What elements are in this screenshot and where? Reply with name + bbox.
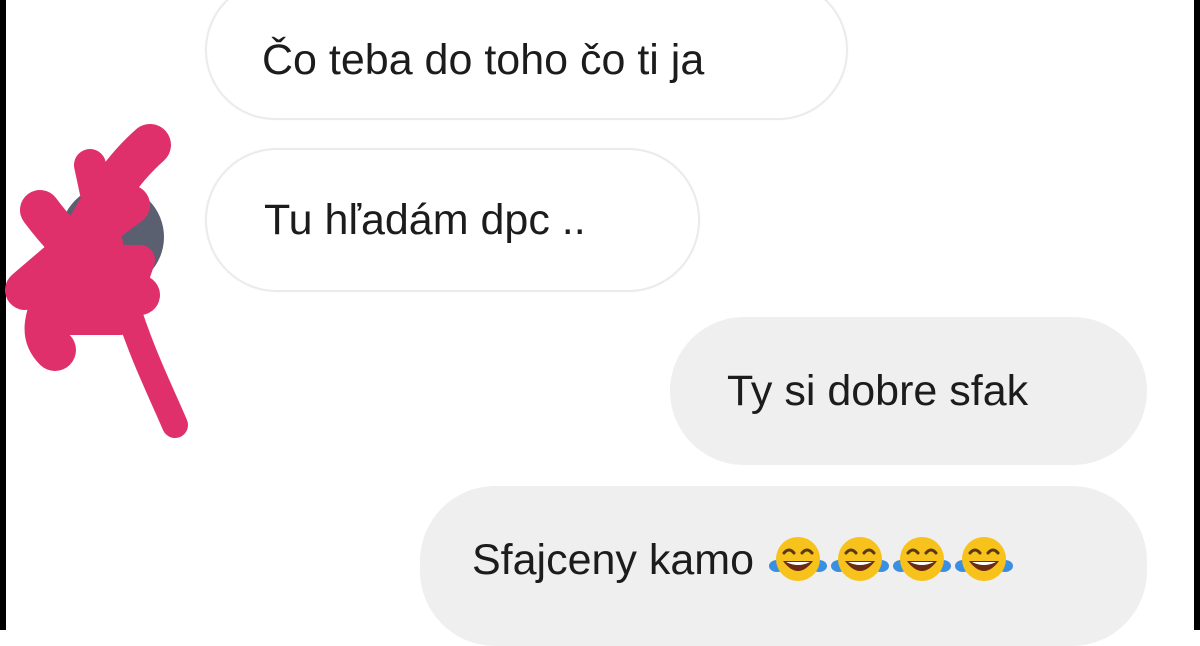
incoming-message-bubble[interactable]: Tu hľadám dpc ..: [205, 148, 700, 292]
face-with-tears-of-joy-icon: [830, 535, 891, 583]
face-with-tears-of-joy-icon: [768, 535, 829, 583]
message-text: Tu hľadám dpc ..: [264, 195, 586, 244]
sender-avatar[interactable]: [60, 185, 164, 289]
right-frame-edge: [1194, 0, 1200, 630]
message-text: Sfajceny kamo: [472, 535, 755, 584]
face-with-tears-of-joy-icon: [892, 535, 953, 583]
message-text: Ty si dobre sfak: [727, 366, 1029, 415]
face-with-tears-of-joy-icon: [954, 535, 1015, 583]
outgoing-message-bubble[interactable]: Sfajceny kamo: [420, 486, 1147, 646]
outgoing-message-bubble[interactable]: Ty si dobre sfak: [670, 317, 1147, 465]
left-frame-edge: [0, 0, 6, 630]
emoji-group: [766, 534, 1015, 586]
incoming-message-bubble[interactable]: Čo teba do toho čo ti ja: [205, 0, 848, 120]
message-text: Čo teba do toho čo ti ja: [262, 35, 705, 84]
